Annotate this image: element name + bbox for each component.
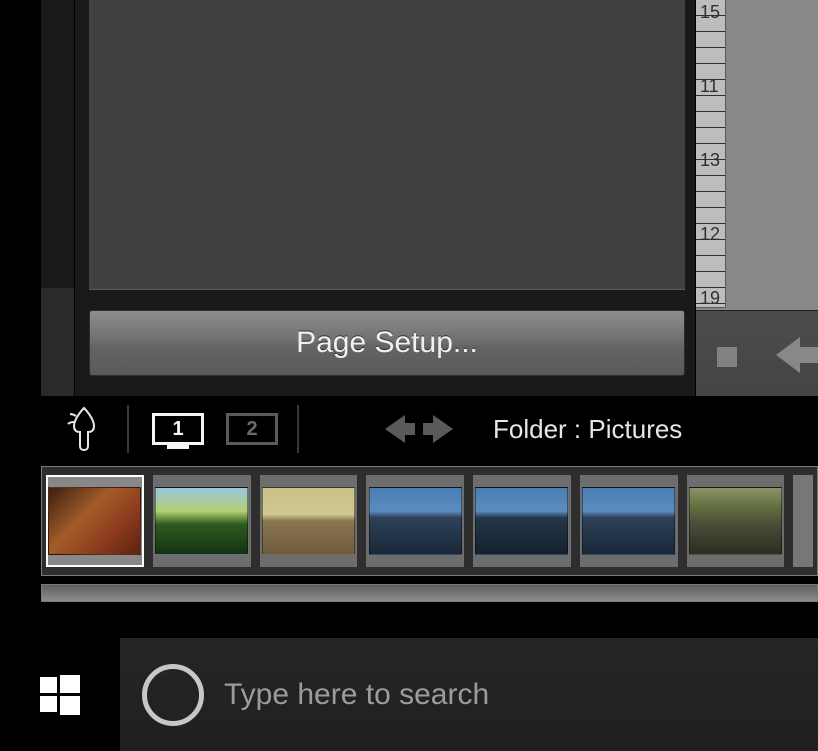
search-box[interactable]: Type here to search [120,638,818,751]
ruler-mark: 11 [700,76,719,97]
ruler-mark: 19 [700,288,720,309]
filmstrip[interactable] [41,466,818,576]
thumb-image [48,487,141,555]
stop-button[interactable] [717,347,737,367]
vertical-ruler: 15 11 13 12 19 [696,0,726,308]
ruler-mark: 13 [700,150,720,171]
thumb-image [369,487,462,555]
thumb-3[interactable] [260,475,358,567]
path-prefix: Folder : [493,414,581,444]
ruler-mark: 15 [700,2,720,23]
thumb-7[interactable] [687,475,785,567]
thumb-6[interactable] [580,475,678,567]
thumb-5[interactable] [473,475,571,567]
right-toolbar [696,310,818,396]
view-single-button[interactable]: 1 [151,413,205,445]
windows-logo-icon [40,675,80,715]
thumb-image [475,487,568,555]
next-image-arrow-icon[interactable] [433,415,453,443]
path-value: Pictures [588,414,682,444]
filmstrip-toolbar: 1 2 Folder : Pictures [41,396,818,462]
thumb-8-partial[interactable] [793,475,813,567]
toolbar-separator [127,405,129,453]
view-compare-button[interactable]: 2 [225,413,279,445]
ruler-mark: 12 [700,224,720,245]
cortana-icon [142,664,204,726]
thumb-image [582,487,675,555]
toolbar-separator [297,405,299,453]
thumb-4[interactable] [366,475,464,567]
prev-image-arrow-icon[interactable] [385,415,405,443]
previous-page-arrow-icon[interactable] [776,337,800,373]
thumb-2[interactable] [153,475,251,567]
preview-panel: Page Setup... [74,0,696,396]
thumb-1[interactable] [46,475,144,567]
thumb-image [262,487,355,555]
view-number: 1 [172,418,183,441]
filmstrip-scrollbar[interactable] [41,584,818,602]
windows-taskbar: Type here to search [0,638,818,751]
view-number: 2 [246,418,257,441]
ruler-column: 15 11 13 12 19 [696,0,818,310]
search-placeholder: Type here to search [224,678,489,712]
thumb-image [155,487,248,555]
touch-pointer-icon[interactable] [41,396,127,462]
panel-left-margin-dark [41,0,74,288]
thumb-image [689,487,782,555]
grid-view-icon[interactable] [321,411,357,447]
path-label[interactable]: Folder : Pictures [493,414,682,445]
preview-area[interactable] [89,0,685,290]
page-setup-button[interactable]: Page Setup... [89,310,685,376]
start-button[interactable] [0,638,120,751]
